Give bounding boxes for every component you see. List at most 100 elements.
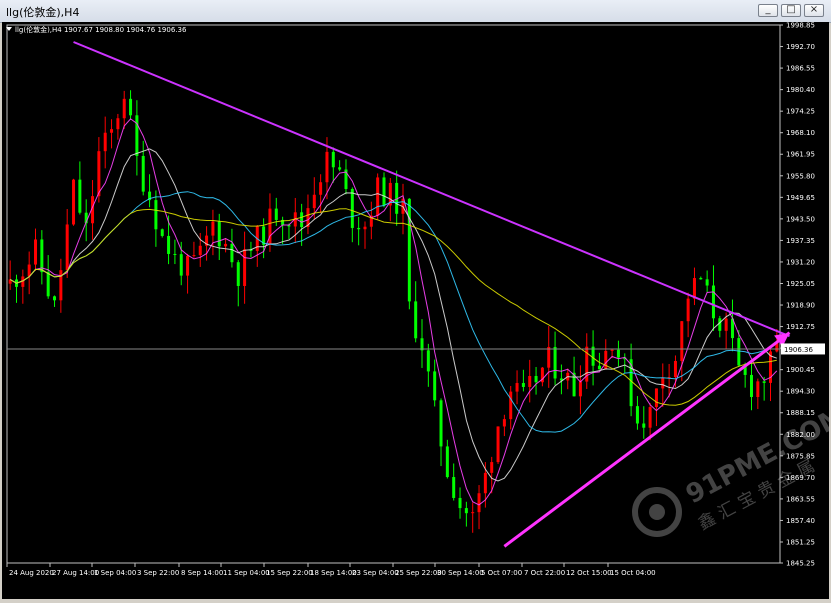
candle-body: [483, 472, 487, 494]
close-icon: ×: [809, 4, 819, 15]
y-tick-label: 1888.15: [786, 409, 815, 417]
y-tick-label: 1961.95: [786, 151, 815, 159]
candle-body: [53, 296, 57, 301]
candle-body: [141, 155, 145, 192]
candle-body: [407, 198, 411, 302]
x-tick-label: 15 Sep 22:00: [266, 569, 313, 577]
candle-body: [616, 349, 620, 358]
candle-body: [103, 132, 107, 152]
candle-body: [243, 249, 247, 286]
candle-body: [426, 350, 430, 372]
candle-body: [154, 200, 158, 230]
candle-body: [65, 224, 69, 271]
candle-body: [711, 285, 715, 319]
lower-trendline-arrow: [503, 331, 791, 548]
y-tick-label: 1986.55: [786, 65, 815, 73]
y-tick-label: 1882.00: [786, 431, 815, 439]
x-tick-label: 27 Aug 14:00: [52, 569, 99, 577]
x-tick-label: 24 Aug 2020: [9, 569, 54, 577]
candle-body: [610, 349, 614, 351]
candle-body: [502, 419, 506, 427]
x-tick-label: 18 Sep 14:00: [310, 569, 357, 577]
candle-body: [654, 388, 658, 408]
x-tick-label: 25 Sep 22:00: [395, 569, 442, 577]
watermark-logo-dot-icon: [649, 504, 665, 520]
candle-body: [167, 235, 171, 254]
candle-body: [445, 446, 449, 478]
upper-trendline: [73, 41, 790, 338]
candle-body: [325, 151, 329, 183]
y-tick-label: 1863.55: [786, 495, 815, 503]
minimize-button[interactable]: _: [758, 4, 778, 17]
candle-body: [382, 177, 386, 206]
candle-body: [363, 226, 367, 230]
candle-body: [78, 179, 82, 213]
candle-body: [173, 253, 177, 255]
x-tick-label: 1 Sep 04:00: [94, 569, 136, 577]
candle-body: [452, 477, 456, 498]
y-tick-label: 1894.30: [786, 388, 815, 396]
minimize-icon: _: [765, 4, 771, 15]
candle-body: [737, 338, 741, 366]
y-tick-label: 1900.45: [786, 366, 815, 374]
restore-icon: □: [786, 4, 796, 15]
candle-body: [319, 182, 323, 195]
close-button[interactable]: ×: [804, 4, 824, 17]
x-tick-label: 15 Oct 04:00: [610, 569, 656, 577]
candle-body: [597, 365, 601, 370]
ma-magenta-line: [9, 118, 778, 506]
candle-body: [515, 383, 519, 392]
candle-body: [686, 298, 690, 322]
candle-body: [439, 400, 443, 447]
candle-body: [528, 375, 532, 387]
candle-body: [496, 426, 500, 463]
candle-body: [27, 264, 31, 277]
y-tick-label: 1968.10: [786, 129, 815, 137]
candle-body: [186, 255, 190, 276]
candle-body: [414, 301, 418, 339]
candle-body: [553, 346, 557, 379]
candle-body: [46, 272, 50, 297]
y-tick-label: 1845.25: [786, 560, 815, 568]
candle-body: [211, 221, 215, 236]
candle-body: [217, 221, 221, 247]
candle-body: [198, 245, 202, 256]
candle-body: [673, 360, 677, 378]
y-tick-label: 1851.25: [786, 538, 815, 546]
y-tick-label: 1949.65: [786, 194, 815, 202]
candle-body: [521, 383, 525, 387]
x-tick-label: 5 Oct 07:00: [481, 569, 522, 577]
y-tick-label: 1937.35: [786, 237, 815, 245]
candle-body: [705, 279, 709, 286]
candle-body: [547, 346, 551, 368]
candle-body: [756, 381, 760, 397]
price-chart[interactable]: 91PME.COM鑫 汇 宝 贵 金 属 1998.85 1992.70 1986.…: [2, 22, 831, 599]
candle-body: [642, 423, 646, 428]
candle-body: [110, 129, 114, 133]
candle-body: [34, 239, 38, 265]
restore-button[interactable]: □: [781, 4, 801, 17]
candle-body: [357, 227, 361, 230]
y-tick-label: 1857.40: [786, 517, 815, 525]
candle-body: [578, 381, 582, 397]
y-tick-label: 1943.50: [786, 215, 815, 223]
window-title: llg(伦敦金),H4: [6, 6, 80, 19]
current-price-label: 1906.36: [784, 346, 813, 354]
candle-body: [749, 374, 753, 397]
y-tick-label: 1980.40: [786, 86, 815, 94]
candle-body: [490, 462, 494, 473]
chart-area[interactable]: 91PME.COM 鑫 汇 宝 贵 金 属 1998.85 1992.70 1986.…: [2, 22, 831, 599]
ma-yellow-line: [9, 208, 777, 406]
candle-body: [236, 262, 240, 286]
candle-body: [635, 406, 639, 424]
candle-body: [300, 212, 304, 228]
candle-body: [192, 255, 196, 257]
candle-body: [762, 381, 766, 383]
y-tick-label: 1992.70: [786, 43, 815, 51]
x-tick-label: 23 Sep 04:00: [352, 569, 399, 577]
candle-body: [116, 118, 120, 130]
window-titlebar: llg(伦敦金),H4 _ □ ×: [0, 0, 831, 23]
y-tick-label: 1925.05: [786, 280, 815, 288]
candle-body: [129, 98, 133, 116]
y-tick-label: 1869.70: [786, 474, 815, 482]
